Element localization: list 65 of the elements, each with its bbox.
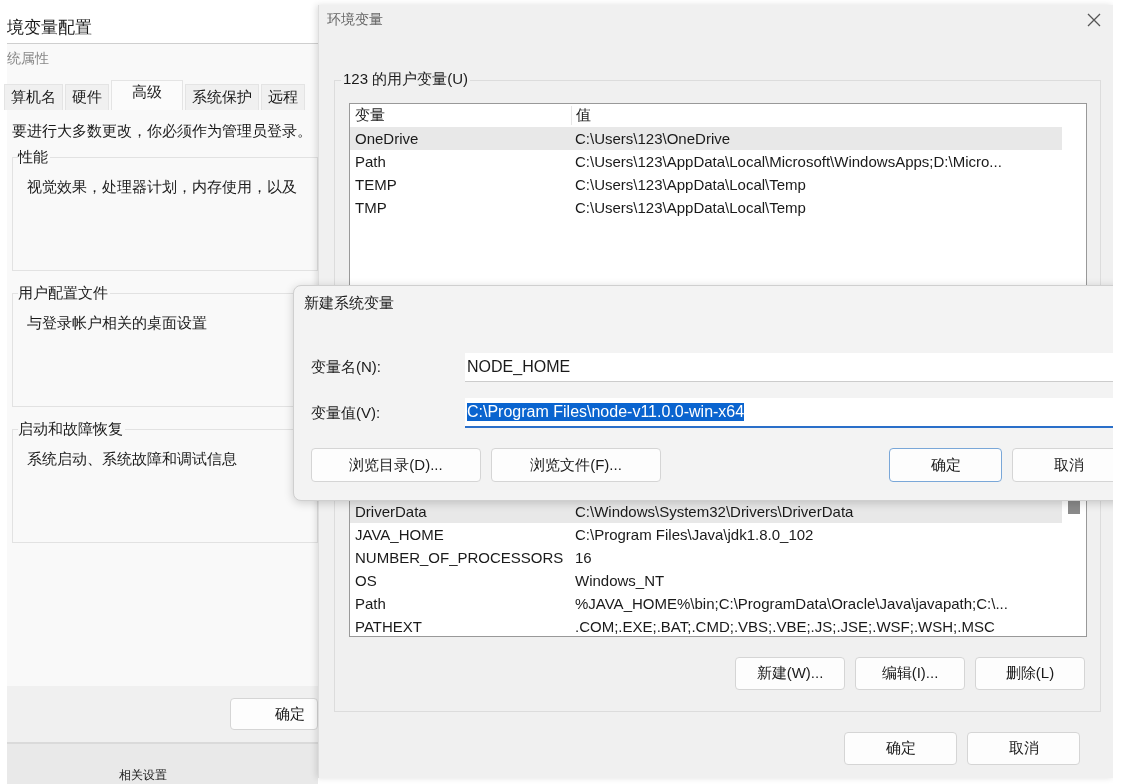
table-cell-text: NUMBER_OF_PROCESSORS [354,549,565,566]
table-cell-text: OS [354,572,378,589]
column-header[interactable]: 变量 [350,106,571,125]
table-row[interactable]: OneDrive C:\Users\123\OneDrive [350,127,1062,150]
window-title: 环境变量 [327,11,383,29]
tab[interactable]: 硬件 [65,84,109,110]
table-row[interactable]: DriverData C:\Windows\System32\Drivers\DriverData [350,500,1062,523]
table-cell-text: C:\Program Files\Java\jdk1.8.0_102 [574,526,815,543]
dialog-title: 新建系统变量 [303,293,395,313]
table-cell-text: C:\Users\123\AppData\Local\Microsoft\WindowsApps;D:\Micro... [574,153,1003,170]
table-row[interactable]: NUMBER_OF_PROCESSORS 16 [350,546,1062,569]
group-text: 视觉效果，处理器计划，内存使用，以及 [27,178,297,197]
table-cell-text: Path [354,595,387,612]
table-cell-text: C:\Users\123\AppData\Local\Temp [574,176,807,193]
table-cell-text: TMP [354,199,388,216]
variable-button[interactable]: 新建(W)... [735,657,845,690]
table-row[interactable]: JAVA_HOME C:\Program Files\Java\jdk1.8.0_102 [350,523,1062,546]
table-cell-text: JAVA_HOME [354,526,445,543]
ok-button[interactable]: 确定 [230,698,318,730]
table-cell-text: C:\Windows\System32\Drivers\DriverData [574,503,855,520]
group-text: 与登录帐户相关的桌面设置 [27,314,207,333]
table-cell-text: PATHEXT [354,618,423,635]
group-title: 123 的用户变量(U) [341,70,471,89]
table-cell-text: C:\Users\123\AppData\Local\Temp [574,199,807,216]
group-text: 系统启动、系统故障和调试信息 [27,450,237,469]
dialog-button[interactable]: 浏览目录(D)... [311,448,481,482]
window-subtitle: 统属性 [7,49,50,68]
table-row[interactable]: Path C:\Users\123\AppData\Local\Microsoft\WindowsApps;D:\Micro... [350,150,1062,173]
field-label: 变量名(N): [310,357,382,377]
column-header[interactable]: 值 [571,106,1062,125]
table-row[interactable]: PATHEXT .COM;.EXE;.BAT;.CMD;.VBS;.VBE;.JS;.JSE;.WSF;.WSH;.MSC [350,615,1062,638]
table-row[interactable]: Path %JAVA_HOME%\bin;C:\ProgramData\Oracle\Java\javapath;C:\... [350,592,1062,615]
dialog-button[interactable]: 取消 [1012,448,1113,482]
table-cell-text: DriverData [354,503,428,520]
group-title: 用户配置文件 [18,284,110,303]
variable-button[interactable]: 删除(L) [975,657,1085,690]
input-field[interactable]: C:\Program Files\node-v11.0.0-win-x64 [465,398,1113,428]
table-cell-text: C:\Users\123\OneDrive [574,130,732,147]
dialog-button[interactable]: 确定 [844,732,957,765]
group-title: 启动和故障恢复 [18,420,125,439]
table-cell-text: .COM;.EXE;.BAT;.CMD;.VBS;.VBE;.JS;.JSE;.WSF;.WSH;.MSC [574,618,996,635]
tab[interactable]: 系统保护 [185,84,259,110]
tab[interactable]: 算机名 [4,84,63,110]
dialog-button[interactable]: 取消 [967,732,1080,765]
dialog-button[interactable]: 确定 [889,448,1002,482]
table-cell-text: TEMP [354,176,398,193]
window-title: 境变量配置 [7,8,318,44]
input-field[interactable]: NODE_HOME [465,352,1113,382]
group-title: 性能 [18,148,50,167]
tab[interactable]: 高级 [111,80,183,110]
tab[interactable]: 远程 [261,84,305,110]
field-label: 变量值(V): [310,403,382,423]
table-cell-text: Windows_NT [574,572,666,589]
table-cell-text: 16 [574,549,593,566]
table-cell-text: %JAVA_HOME%\bin;C:\ProgramData\Oracle\Java\javapath;C:\... [574,595,1009,612]
table-row[interactable]: OS Windows_NT [350,569,1062,592]
table-row[interactable]: TEMP C:\Users\123\AppData\Local\Temp [350,173,1062,196]
table-cell-text: OneDrive [354,130,420,147]
dialog-button[interactable]: 浏览文件(F)... [491,448,661,482]
close-icon[interactable] [1086,12,1102,28]
variable-button[interactable]: 编辑(I)... [855,657,965,690]
notice-text: 要进行大多数更改，你必须作为管理员登录。 [12,122,313,141]
related-settings-label: 相关设置 [118,767,167,784]
table-row[interactable]: TMP C:\Users\123\AppData\Local\Temp [350,196,1062,219]
table-cell-text: Path [354,153,387,170]
